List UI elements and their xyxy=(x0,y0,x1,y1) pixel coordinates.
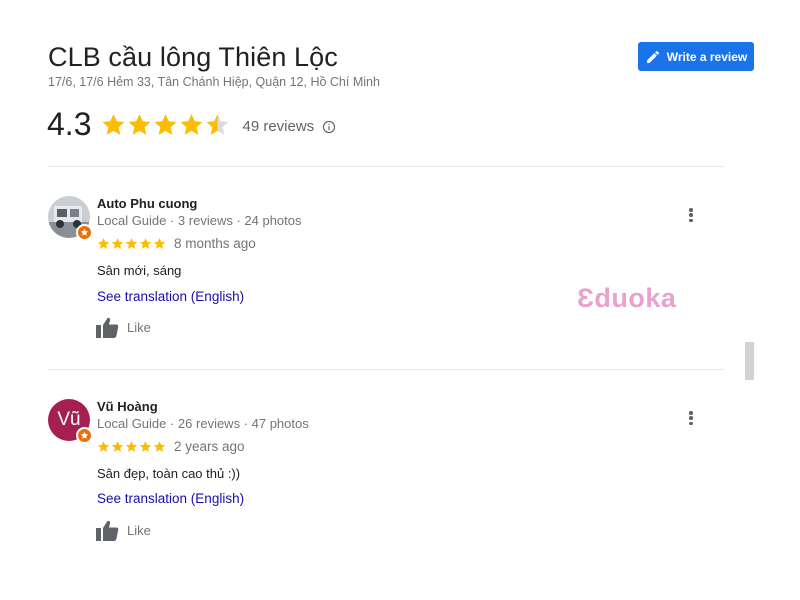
local-guide-badge xyxy=(76,224,93,241)
like-button[interactable]: Like xyxy=(96,520,151,541)
more-options-button[interactable] xyxy=(684,206,698,224)
avatar[interactable]: Vũ xyxy=(48,399,93,444)
review-rating: 8 months ago xyxy=(97,236,256,251)
like-label: Like xyxy=(127,320,151,335)
place-address: 17/6, 17/6 Hẻm 33, Tân Chánh Hiệp, Quận … xyxy=(48,75,380,89)
review-rating: 2 years ago xyxy=(97,439,245,454)
review-item: Vũ Vũ Hoàng Local Guide · 26 reviews · 4… xyxy=(48,399,728,549)
page-title: CLB cầu lông Thiên Lộc xyxy=(48,42,338,72)
star-icon xyxy=(139,441,152,452)
watermark-logo: Ɛduoka xyxy=(577,283,677,313)
star-icon xyxy=(97,238,110,249)
star-icon xyxy=(153,441,166,452)
reviewer-meta: Local Guide · 3 reviews · 24 photos xyxy=(97,213,302,228)
star-icon xyxy=(111,441,124,452)
reviewer-name[interactable]: Vũ Hoàng xyxy=(97,399,158,414)
avatar[interactable] xyxy=(48,196,93,241)
reviewer-name[interactable]: Auto Phu cuong xyxy=(97,196,197,211)
star-icon xyxy=(125,441,138,452)
review-item: Auto Phu cuong Local Guide · 3 reviews ·… xyxy=(48,196,728,346)
thumbs-up-icon xyxy=(96,317,119,338)
pencil-icon xyxy=(646,50,659,63)
thumbs-up-icon xyxy=(96,520,119,541)
star-icon xyxy=(207,114,229,135)
info-icon[interactable] xyxy=(322,120,336,134)
rating-summary: 4.3 49 reviews xyxy=(47,106,336,143)
star-icon xyxy=(111,238,124,249)
write-review-label: Write a review xyxy=(666,49,748,64)
review-text: Sân đẹp, toàn cao thủ :)) xyxy=(97,466,241,481)
local-guide-icon xyxy=(80,431,89,439)
more-dot xyxy=(689,416,693,420)
more-dot xyxy=(689,421,693,425)
star-icon xyxy=(181,114,203,135)
review-text: Sân mới, sáng xyxy=(97,263,182,278)
more-dot xyxy=(689,213,693,217)
rating-value: 4.3 xyxy=(47,106,92,142)
review-date: 2 years ago xyxy=(174,439,245,454)
scrollbar-thumb[interactable] xyxy=(745,342,754,380)
review-count[interactable]: 49 reviews xyxy=(242,118,314,135)
write-review-button[interactable]: Write a review xyxy=(638,42,754,71)
star-icon xyxy=(129,114,151,135)
review-stars xyxy=(97,237,166,250)
divider xyxy=(48,369,724,370)
star-icon xyxy=(97,441,110,452)
see-translation-link[interactable]: See translation (English) xyxy=(97,491,244,506)
review-stars xyxy=(97,440,166,453)
like-button[interactable]: Like xyxy=(96,317,151,338)
star-icon xyxy=(153,238,166,249)
local-guide-icon xyxy=(80,228,89,236)
more-dot xyxy=(689,218,693,222)
more-dot xyxy=(689,208,693,212)
reviewer-meta: Local Guide · 26 reviews · 47 photos xyxy=(97,416,309,431)
local-guide-badge xyxy=(76,427,93,444)
star-icon xyxy=(103,114,125,135)
divider xyxy=(48,166,724,167)
star-icon xyxy=(125,238,138,249)
rating-stars xyxy=(101,112,230,137)
more-options-button[interactable] xyxy=(684,409,698,427)
star-icon xyxy=(139,238,152,249)
more-dot xyxy=(689,411,693,415)
star-icon xyxy=(155,114,177,135)
review-date: 8 months ago xyxy=(174,236,256,251)
like-label: Like xyxy=(127,523,151,538)
see-translation-link[interactable]: See translation (English) xyxy=(97,289,244,304)
